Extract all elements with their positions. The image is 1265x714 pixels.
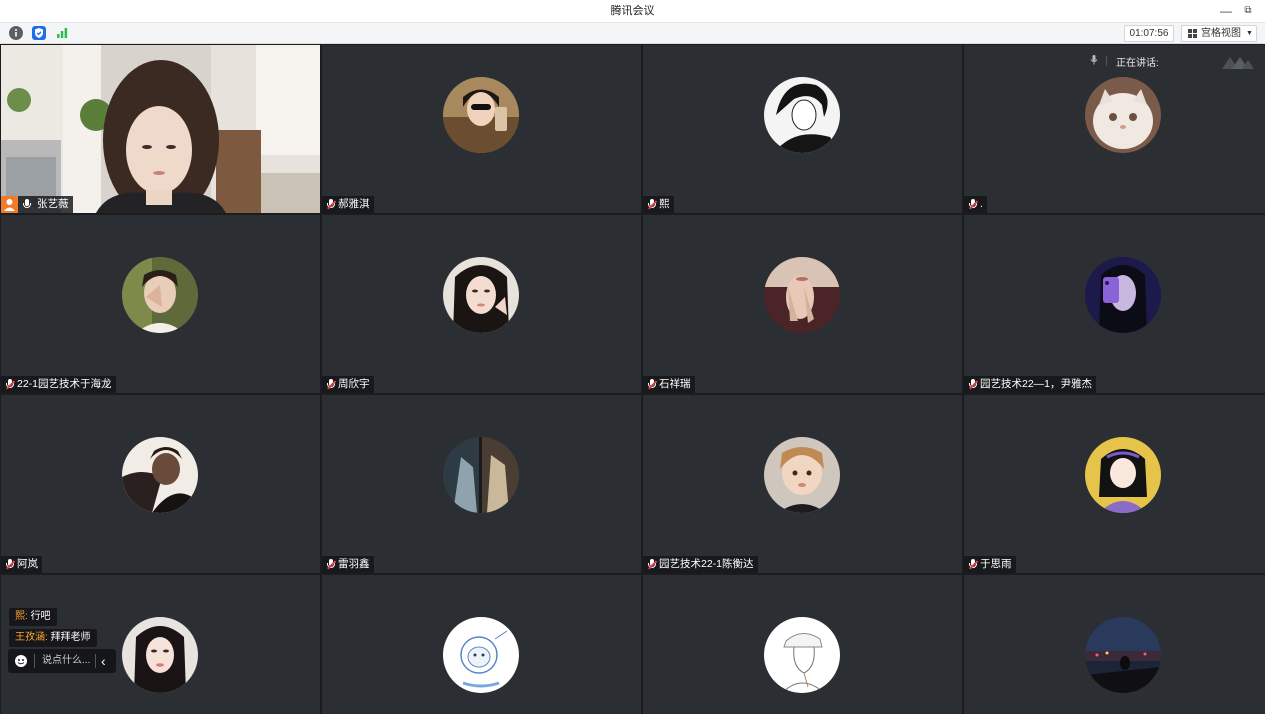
participant-nameplate: 于思雨 <box>964 556 1016 573</box>
participant-name: 张艺薇 <box>37 198 69 210</box>
participant-nameplate: 22-1园艺技术于海龙 <box>1 376 116 393</box>
participant-avatar <box>443 617 519 693</box>
participant-avatar <box>443 257 519 333</box>
meeting-toolbar: 01:07:56 宫格视图 ▼ <box>0 23 1265 44</box>
video-tile-12[interactable]: 于思雨 <box>964 395 1265 573</box>
participant-avatar <box>764 617 840 693</box>
mic-on-icon <box>22 199 32 210</box>
mic-muted-icon <box>326 379 336 390</box>
participant-avatar <box>122 437 198 513</box>
video-tile-14[interactable] <box>322 575 641 714</box>
mic-muted-icon <box>647 199 657 210</box>
chat-message: 王孜涵: 拜拜老师 <box>9 629 97 647</box>
chat-input-bar: 说点什么... ‹ <box>8 649 116 673</box>
chat-sender: 王孜涵: <box>15 632 48 643</box>
video-tile-16[interactable] <box>964 575 1265 714</box>
security-shield-icon[interactable] <box>32 26 46 40</box>
view-mode-button[interactable]: 宫格视图 ▼ <box>1181 25 1257 42</box>
participant-name: 阿岚 <box>17 558 38 570</box>
mic-muted-icon <box>968 559 978 570</box>
participant-name: 22-1园艺技术于海龙 <box>17 378 112 390</box>
participant-avatar <box>443 77 519 153</box>
minimize-button[interactable]: — <box>1218 4 1234 18</box>
participant-name: 石祥瑞 <box>659 378 691 390</box>
participant-name: 雷羽鑫 <box>338 558 370 570</box>
video-tile-8[interactable]: 园艺技术22—1，尹雅杰 <box>964 215 1265 393</box>
participant-video <box>1 45 320 213</box>
chat-input-field[interactable]: 说点什么... <box>42 649 90 673</box>
grid-view-icon <box>1188 29 1198 38</box>
participant-name: . <box>980 198 983 210</box>
participant-avatar <box>764 437 840 513</box>
emoji-icon[interactable] <box>14 654 28 668</box>
video-tile-10[interactable]: 雷羽鑫 <box>322 395 641 573</box>
chevron-down-icon: ▼ <box>1246 30 1253 37</box>
participant-name: 园艺技术22-1陈衡达 <box>659 558 754 570</box>
participant-name: 郝雅淇 <box>338 198 370 210</box>
participant-nameplate: 周欣宇 <box>322 376 374 393</box>
host-badge-icon <box>1 196 18 213</box>
info-icon[interactable] <box>9 26 23 40</box>
video-tile-11[interactable]: 园艺技术22-1陈衡达 <box>643 395 962 573</box>
participant-nameplate: 雷羽鑫 <box>322 556 374 573</box>
mic-muted-icon <box>647 559 657 570</box>
speaking-mic-icon <box>1090 55 1098 65</box>
tencent-meeting-logo-icon <box>1222 57 1254 69</box>
video-tile-7[interactable]: 石祥瑞 <box>643 215 962 393</box>
video-tile-3[interactable]: 熙 <box>643 45 962 213</box>
video-tile-15[interactable] <box>643 575 962 714</box>
participant-avatar <box>122 257 198 333</box>
participant-nameplate: 阿岚 <box>1 556 42 573</box>
meeting-timer: 01:07:56 <box>1124 25 1174 42</box>
video-tile-1[interactable]: 张艺薇 <box>1 45 320 213</box>
video-tile-2[interactable]: 郝雅淇 <box>322 45 641 213</box>
participant-nameplate: 石祥瑞 <box>643 376 695 393</box>
mic-muted-icon <box>326 199 336 210</box>
participant-name: 园艺技术22—1，尹雅杰 <box>980 378 1093 390</box>
chat-message: 熙: 行吧 <box>9 608 57 626</box>
mic-muted-icon <box>968 199 978 210</box>
participant-avatar <box>122 617 198 693</box>
participant-nameplate: 园艺技术22-1陈衡达 <box>643 556 758 573</box>
signal-strength-icon[interactable] <box>55 26 69 40</box>
restore-button[interactable]: ⧉ <box>1240 4 1256 18</box>
participant-avatar <box>1085 257 1161 333</box>
participant-name: 于思雨 <box>980 558 1012 570</box>
chat-text: 拜拜老师 <box>50 632 91 643</box>
video-tile-9[interactable]: 阿岚 <box>1 395 320 573</box>
participant-avatar <box>764 77 840 153</box>
video-tile-6[interactable]: 周欣宇 <box>322 215 641 393</box>
participant-name: 周欣宇 <box>338 378 370 390</box>
video-tile-5[interactable]: 22-1园艺技术于海龙 <box>1 215 320 393</box>
participant-nameplate: 熙 <box>643 196 674 213</box>
participant-avatar <box>1085 77 1161 153</box>
speaking-label: 正在讲话: <box>1116 58 1159 69</box>
chat-sender: 熙: <box>15 611 28 622</box>
mic-muted-icon <box>968 379 978 390</box>
participant-nameplate: 张艺薇 <box>1 196 73 213</box>
window-title: 腾讯会议 <box>610 5 655 17</box>
collapse-chat-icon[interactable]: ‹ <box>101 649 106 673</box>
participant-nameplate: 郝雅淇 <box>322 196 374 213</box>
participant-avatar <box>1085 617 1161 693</box>
mic-muted-icon <box>5 379 15 390</box>
participant-nameplate: . <box>964 196 987 213</box>
mic-muted-icon <box>326 559 336 570</box>
participant-avatar <box>443 437 519 513</box>
participant-nameplate: 园艺技术22—1，尹雅杰 <box>964 376 1097 393</box>
participant-name: 熙 <box>659 198 670 210</box>
view-mode-label: 宫格视图 <box>1201 28 1241 39</box>
participant-avatar <box>1085 437 1161 513</box>
mic-muted-icon <box>5 559 15 570</box>
title-bar: 腾讯会议 — ⧉ <box>0 0 1265 23</box>
chat-text: 行吧 <box>30 611 51 622</box>
mic-muted-icon <box>647 379 657 390</box>
participant-avatar <box>764 257 840 333</box>
